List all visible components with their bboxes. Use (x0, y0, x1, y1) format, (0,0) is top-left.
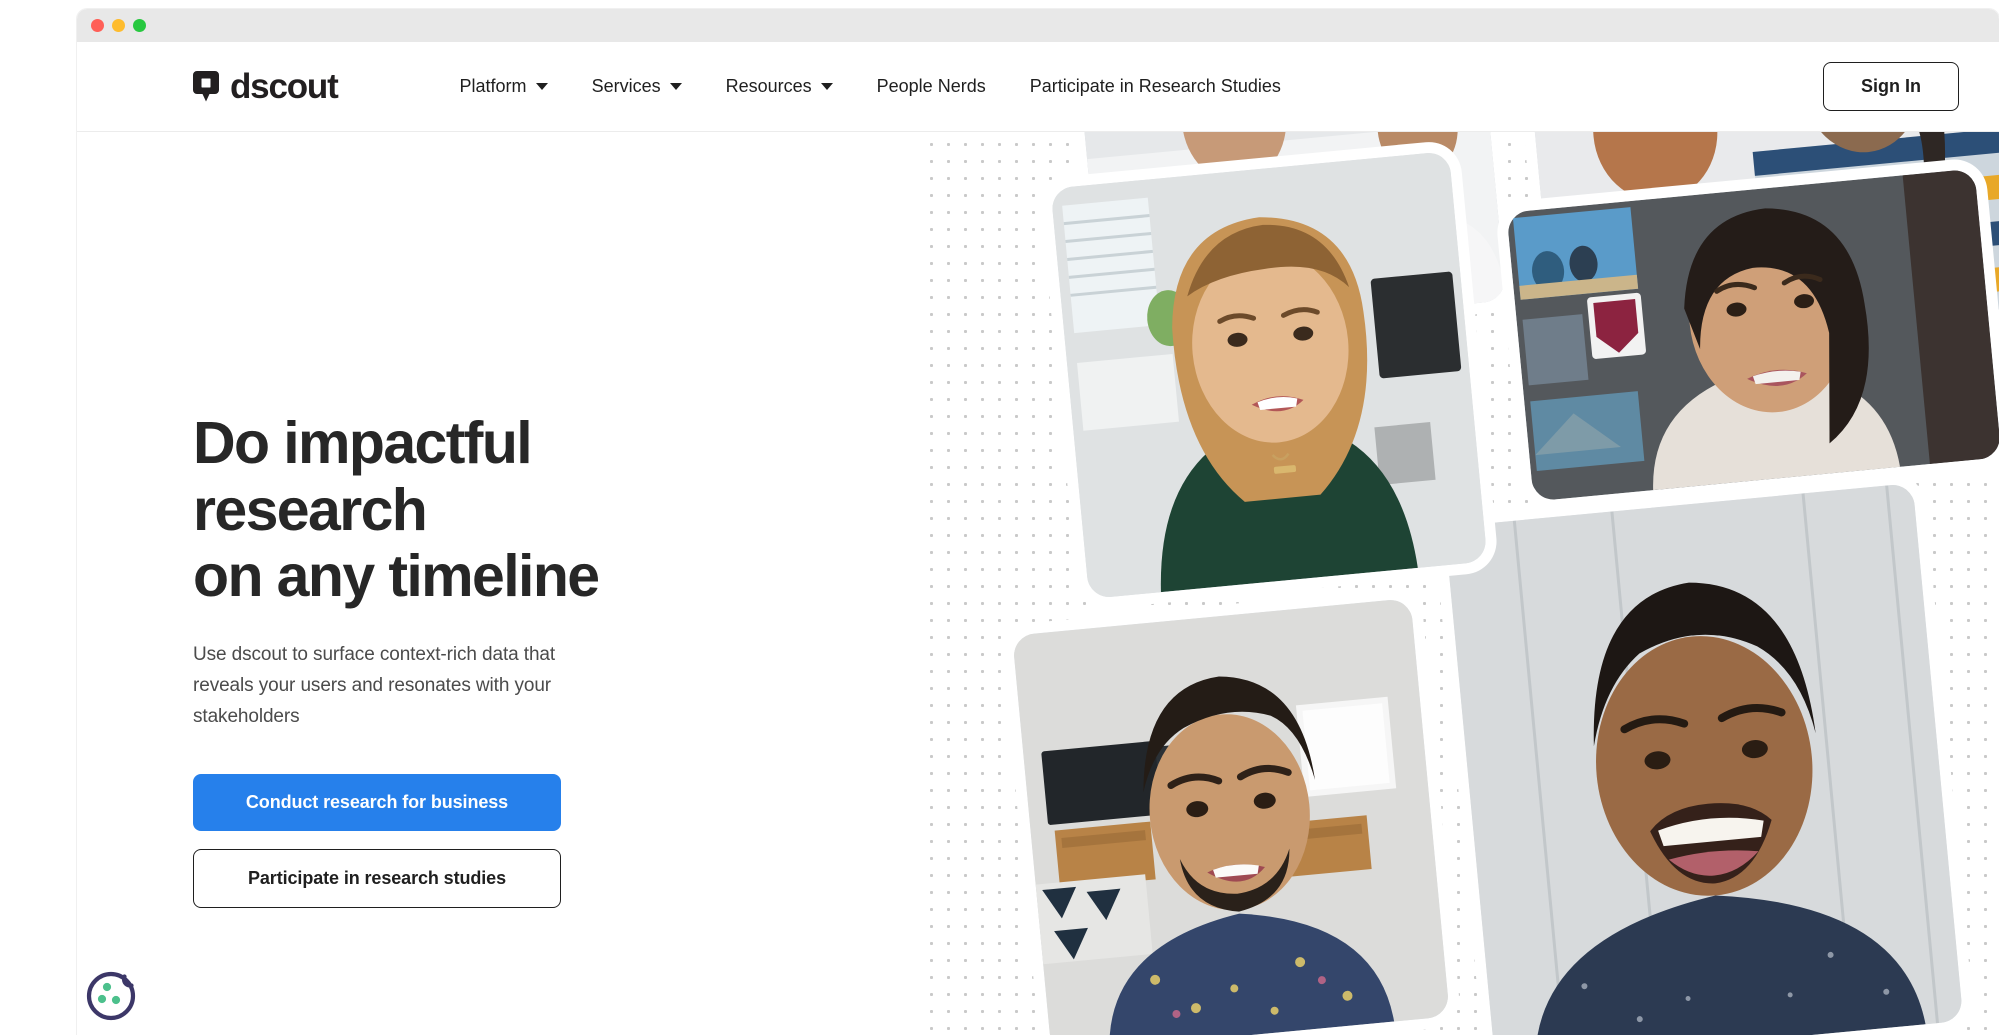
cookie-icon (80, 965, 142, 1027)
chevron-down-icon (820, 83, 833, 90)
nav-label-services: Services (591, 76, 661, 96)
nav-label-resources: Resources (725, 76, 812, 96)
window-controls (91, 19, 146, 32)
chevron-down-icon (669, 83, 682, 90)
nav-item-services[interactable]: Services (570, 66, 704, 107)
brand-logo-link[interactable]: dscout (193, 67, 339, 106)
browser-window: dscout Platform Services Resources Peopl… (77, 9, 1999, 1035)
participant-photo-bottom-left (1012, 598, 1450, 1035)
nav-item-platform[interactable]: Platform (438, 66, 570, 107)
hero-section: Do impactful research on any timeline Us… (77, 132, 1999, 1035)
participant-photo-center (1050, 151, 1488, 599)
brand-wordmark: dscout (230, 67, 339, 106)
hero-photo-collage (919, 132, 1999, 1035)
cookie-consent-button[interactable] (80, 965, 142, 1027)
dscout-pin-icon (193, 70, 219, 103)
window-titlebar (77, 9, 1999, 42)
hero-copy: Do impactful research on any timeline Us… (193, 410, 753, 909)
participant-photo-right-middle (1506, 168, 1999, 502)
nav-label-participate: Participate in Research Studies (1029, 76, 1281, 96)
hero-subtitle: Use dscout to surface context-rich data … (193, 643, 556, 727)
chevron-down-icon (535, 83, 548, 90)
hero-title-line-1: Do impactful research (193, 410, 533, 543)
participant-photo-bottom-right (1444, 483, 1964, 1035)
maximize-button[interactable] (133, 19, 146, 32)
photo-image (1050, 151, 1488, 599)
nav-label-platform: Platform (459, 76, 527, 96)
nav-item-people-nerds[interactable]: People Nerds (855, 66, 1008, 107)
desktop-background: dscout Platform Services Resources Peopl… (0, 0, 1999, 1035)
site-header: dscout Platform Services Resources Peopl… (77, 42, 1999, 132)
page-viewport: dscout Platform Services Resources Peopl… (77, 42, 1999, 1035)
main-navigation: Platform Services Resources People Nerds (438, 66, 1803, 107)
nav-label-people-nerds: People Nerds (876, 76, 986, 96)
nav-item-resources[interactable]: Resources (704, 66, 855, 107)
sign-in-button[interactable]: Sign In (1823, 62, 1959, 111)
photo-image (1444, 483, 1964, 1035)
participate-in-research-studies-button[interactable]: Participate in research studies (193, 849, 561, 909)
page-title: Do impactful research on any timeline (193, 410, 753, 610)
photo-image (1506, 168, 1999, 502)
hero-title-line-2: on any timeline (193, 543, 600, 610)
minimize-button[interactable] (112, 19, 125, 32)
nav-item-participate-in-research-studies[interactable]: Participate in Research Studies (1008, 66, 1303, 107)
conduct-research-for-business-button[interactable]: Conduct research for business (193, 774, 561, 832)
photo-image (1012, 598, 1450, 1035)
close-button[interactable] (91, 19, 104, 32)
